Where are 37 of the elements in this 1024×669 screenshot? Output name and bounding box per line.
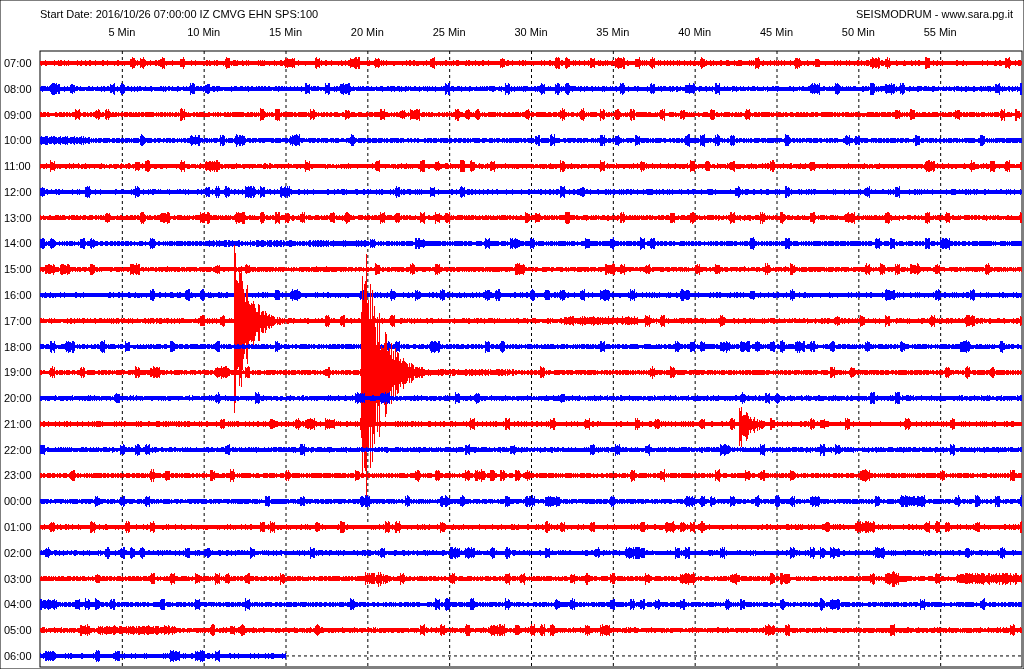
hour-label: 19:00 [4,366,32,379]
time-tick-label: 25 Min [432,26,466,38]
hour-label: 03:00 [4,572,32,585]
hour-label: 15:00 [4,263,32,276]
hour-label: 16:00 [4,289,32,301]
hour-label: 21:00 [4,417,32,430]
hour-label: 00:00 [4,495,32,508]
hour-label: 09:00 [4,108,32,121]
hour-label: 23:00 [4,469,32,482]
hour-label: 11:00 [4,160,31,173]
time-tick-label: 40 Min [678,26,712,38]
hour-label: 05:00 [4,624,32,637]
hour-label: 20:00 [4,392,32,405]
time-tick-label: 30 Min [514,26,548,38]
time-tick-label: 35 Min [596,26,630,38]
time-tick-label: 45 Min [760,26,793,38]
hour-label: 02:00 [4,546,32,559]
hour-label: 17:00 [4,314,32,327]
hour-label: 04:00 [4,598,32,611]
hour-label: 08:00 [4,82,32,95]
hour-label: 12:00 [4,185,32,198]
hour-label: 13:00 [4,211,32,224]
hour-label: 22:00 [4,443,32,456]
hour-label: 06:00 [4,649,32,662]
time-tick-label: 5 Min [108,26,136,38]
time-tick-label: 20 Min [350,26,384,38]
hour-label: 14:00 [4,237,32,250]
time-tick-label: 50 Min [841,26,875,38]
time-tick-label: 15 Min [269,26,302,38]
time-tick-label: 55 Min [923,26,957,38]
hour-label: 01:00 [4,521,32,534]
hour-label: 10:00 [4,134,32,147]
start-info: Start Date: 2016/10/26 07:00:00 IZ CMVG EHN SPS:100 [40,8,319,20]
hour-label: 07:00 [4,57,32,69]
site-credit: SEISMODRUM - www.sara.pg.it [855,8,1013,20]
hour-label: 18:00 [4,340,32,353]
time-tick-label: 10 Min [187,26,221,38]
